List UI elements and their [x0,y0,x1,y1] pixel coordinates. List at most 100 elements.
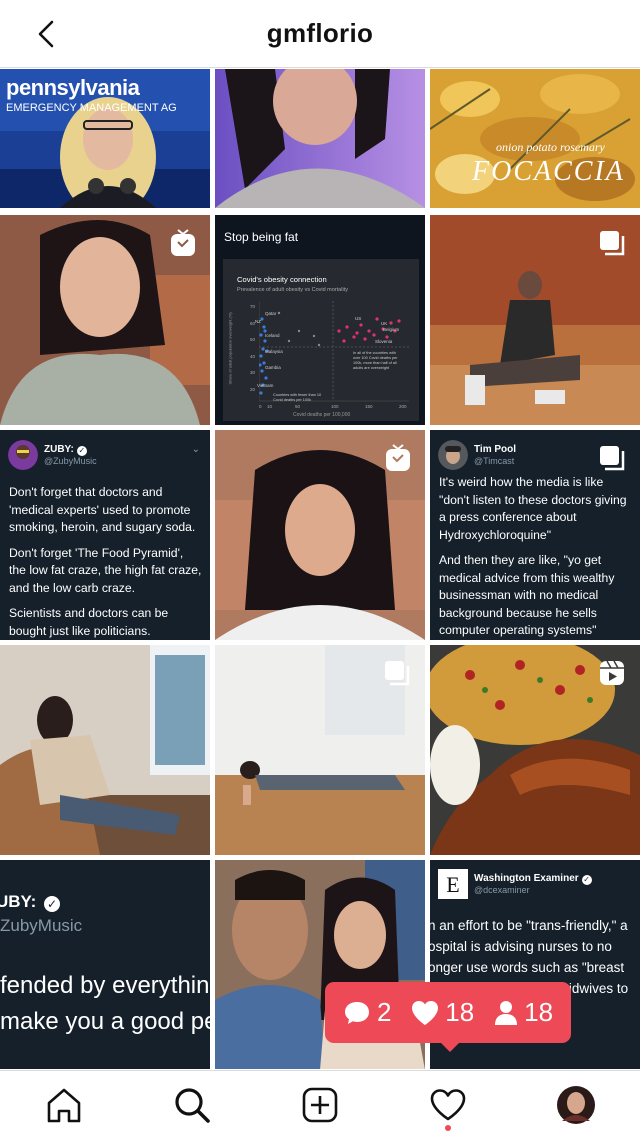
nav-activity[interactable] [426,1083,470,1127]
chart-ylabel: Share of adult population overweight (%) [227,312,233,385]
post-tile-4[interactable] [0,215,210,425]
nav-profile[interactable] [554,1083,598,1127]
heart-icon [412,1000,439,1025]
likes-count: 18 [411,997,474,1028]
label-qatar: Qatar [265,311,277,316]
tweet-author: Tim Pool [474,443,517,455]
tweet-handle: @dcexaminer [474,884,530,895]
top-bar: gmflorio [0,0,640,68]
label-vietnam: Vietnam [257,383,274,388]
tweet-line: make you a good pe [0,1008,210,1035]
chevron-left-icon [38,20,54,48]
nav-search[interactable] [170,1083,214,1127]
nav-home[interactable] [42,1083,86,1127]
post-tile-12[interactable] [430,645,640,855]
home-icon [47,1088,81,1123]
profile-username: gmflorio [266,18,374,48]
tweet-paragraph: It's weird how the media is like "don't … [439,475,627,542]
carousel-icon [385,661,410,686]
plus-square-icon [302,1087,338,1123]
label-iceland: Iceland [265,333,280,338]
svg-text:E: E [446,872,459,897]
tweet-line: fended by everything [0,972,210,999]
tweet-body: Don't forget that doctors and 'medical e… [0,470,210,640]
post-tile-7[interactable]: ZUBY: ✓ @ZubyMusic ⌄ Don't forget that do… [0,430,210,640]
followers-value: 18 [524,997,554,1027]
label-us: US [355,316,362,321]
post-tile-8[interactable] [215,430,425,640]
profile-avatar [557,1086,595,1124]
tweet-header: E Washington Examiner ✓ @dcexaminer [430,860,640,899]
label-malaysia: Malaysia [265,349,283,354]
verified-badge-icon: ✓ [581,874,592,885]
label-gambia: Gambia [265,365,281,370]
chart-card: Covid's obesity connection Prevalence of… [223,259,419,421]
tweet-header: ZUBY: ✓ @ZubyMusic [0,430,210,470]
tweet-paragraph: Don't forget 'The Food Pyramid', the low… [9,545,202,595]
chart-xlabel: Covid deaths per 100,000 [293,412,351,418]
post-tile-9[interactable]: Tim Pool @Timcast It's weird how the med… [430,430,640,640]
carousel-icon [600,231,625,256]
post-caption: Stop being fat [224,230,299,244]
portrait-photo [215,69,425,208]
post-tile-13[interactable]: UBY: ✓ ZubyMusic fended by everything ma… [0,860,210,1069]
notification-dot [445,1125,451,1131]
y-tick: 20 [249,386,255,392]
label-nz: NZ [255,319,261,324]
label-belgium: Belgium [383,327,400,332]
post-tile-11[interactable] [215,645,425,855]
comments-value: 2 [376,997,392,1027]
y-tick: 40 [249,353,255,359]
small-caption: onion potato rosemary [496,140,605,154]
post-tile-10[interactable] [0,645,210,855]
reels-icon [600,660,624,685]
verified-badge-icon: ✓ [44,896,61,912]
verified-badge-icon: ✓ [76,445,87,456]
tweet-author: UBY: ✓ [0,892,61,912]
comment-icon [344,1001,369,1024]
tweet-handle: ZubyMusic [0,916,83,935]
y-tick: 50 [249,337,255,342]
annotation-low: Countries with fewer than 10 Covid death… [273,393,322,402]
tweet-paragraph: Scientists and doctors can be bought jus… [9,606,169,638]
igtv-icon [171,229,195,256]
annotation-high: In all of the countries with over 100 Co… [353,351,398,370]
living-room-photo [0,645,210,855]
back-button[interactable] [28,16,64,52]
post-grid: pennsylvania EMERGENCY MANAGEMENT AG oni… [0,69,640,1069]
post-tile-2[interactable] [215,69,425,208]
post-tile-3[interactable]: onion potato rosemary FOCACCIA [430,69,640,208]
igtv-icon [386,444,410,471]
slide-subline: EMERGENCY MANAGEMENT AG [6,102,177,114]
activity-tooltip[interactable]: 2 18 18 [325,982,571,1052]
label-uk: UK [381,321,388,326]
chart-subtitle: Prevalence of adult obesity vs Covid mor… [237,287,348,293]
tweet-author-name: UBY: [0,892,37,911]
nav-create[interactable] [298,1083,342,1127]
post-tile-5[interactable]: Stop being fat ⇄ financialtimes Covid's … [215,215,425,425]
tweet-paragraph: Don't forget that doctors and 'medical e… [9,485,196,534]
avatar [8,440,38,470]
heart-outline-icon [430,1089,466,1121]
big-caption: FOCACCIA [472,156,625,187]
slide-headline: pennsylvania [6,75,140,100]
post-tile-6[interactable] [430,215,640,425]
likes-value: 18 [445,997,475,1027]
person-icon [495,1000,518,1025]
tweet-handle: @Timcast [474,455,515,466]
tweet-handle: @ZubyMusic [44,455,97,466]
avatar [438,440,468,470]
post-tile-1[interactable]: pennsylvania EMERGENCY MANAGEMENT AG [0,69,210,208]
bottom-nav [0,1070,640,1138]
label-slovenia: Slovenia [375,339,393,344]
followers-count: 18 [494,997,553,1028]
avatar: E [438,869,468,899]
tweet-author: ZUBY: [44,443,74,455]
tweet-body: It's weird how the media is like "don't … [430,470,640,640]
search-icon [175,1088,210,1123]
tweet-paragraph: And then they are like, "yo get medical … [439,553,615,637]
y-tick-labels: 70 60 50 40 30 20 [245,299,255,398]
chart-title: Covid's obesity connection [237,275,327,284]
tweet-author: Washington Examiner [474,872,579,884]
y-tick: 60 [249,320,255,326]
